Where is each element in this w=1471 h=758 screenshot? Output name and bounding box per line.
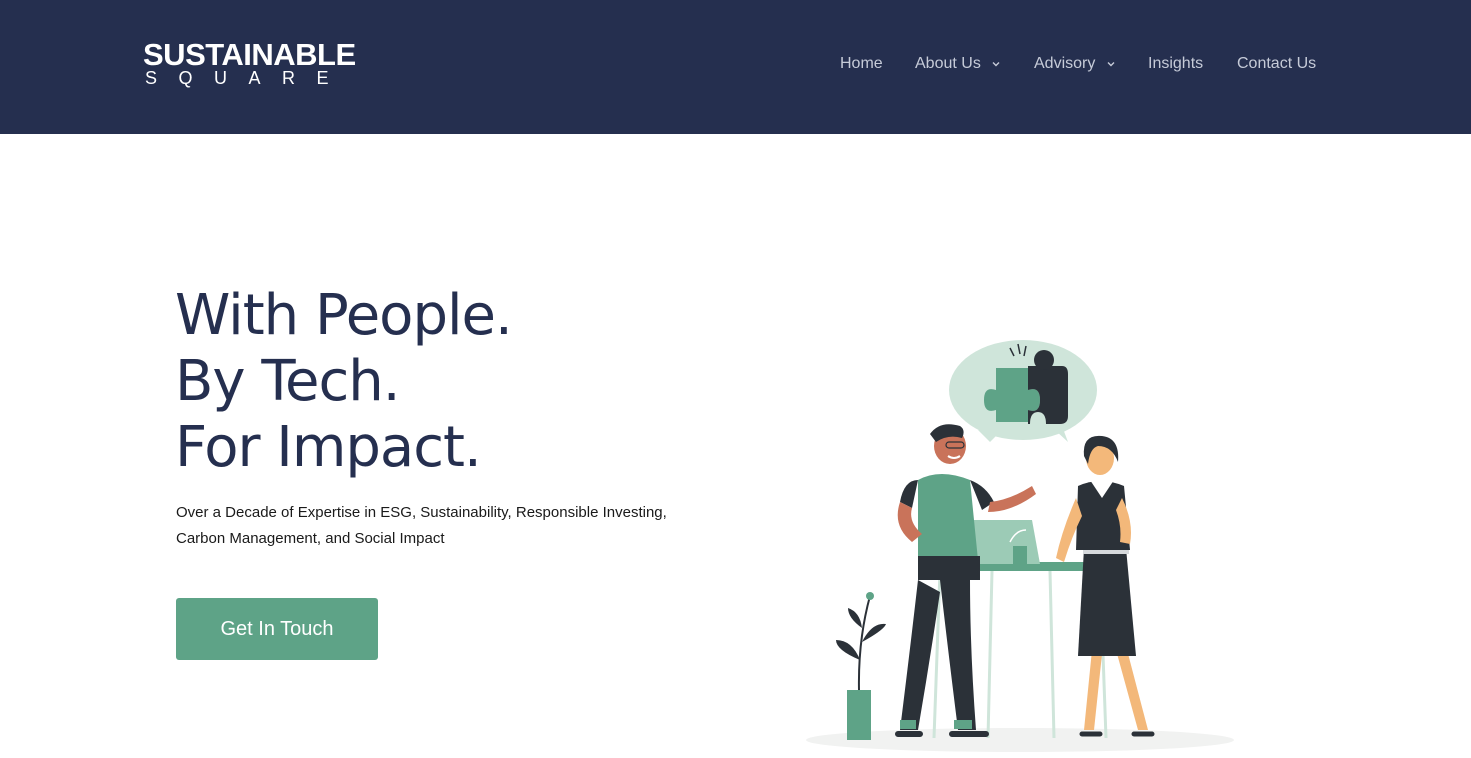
nav-label: Home xyxy=(840,55,883,72)
nav-item-contact-us[interactable]: Contact Us xyxy=(1237,52,1316,76)
get-in-touch-button[interactable]: Get In Touch xyxy=(176,598,378,660)
hero-title-line: By Tech. xyxy=(175,349,401,414)
man-figure xyxy=(895,424,1036,737)
logo-wordmark-top: SUSTAINABLE xyxy=(143,37,356,72)
nav-item-home[interactable]: Home xyxy=(840,52,883,76)
nav-label: Advisory xyxy=(1034,55,1096,72)
plant-icon xyxy=(836,592,886,740)
site-header: SUSTAINABLE SQUARE Home About Us Advisor… xyxy=(0,0,1471,134)
hero-subtitle: Over a Decade of Expertise in ESG, Susta… xyxy=(176,504,667,547)
hero-title-line: For Impact. xyxy=(175,415,482,480)
nav-item-about-us[interactable]: About Us xyxy=(915,52,1001,76)
hero-illustration xyxy=(806,340,1234,752)
nav-item-advisory[interactable]: Advisory xyxy=(1034,52,1116,76)
nav-label: Insights xyxy=(1148,55,1204,72)
logo-wordmark-bottom: SQUARE xyxy=(145,68,351,88)
logo[interactable]: SUSTAINABLE SQUARE xyxy=(143,39,356,88)
hero-title: With People. By Tech. For Impact. xyxy=(175,283,513,481)
puzzle-speech-bubble-icon xyxy=(949,340,1097,442)
nav-label: Contact Us xyxy=(1237,55,1317,72)
nav-item-insights[interactable]: Insights xyxy=(1148,52,1203,76)
hero-title-line: With People. xyxy=(175,283,513,348)
chevron-down-icon xyxy=(992,61,1000,67)
chevron-down-icon xyxy=(1107,61,1115,67)
nav-label: About Us xyxy=(915,55,981,72)
